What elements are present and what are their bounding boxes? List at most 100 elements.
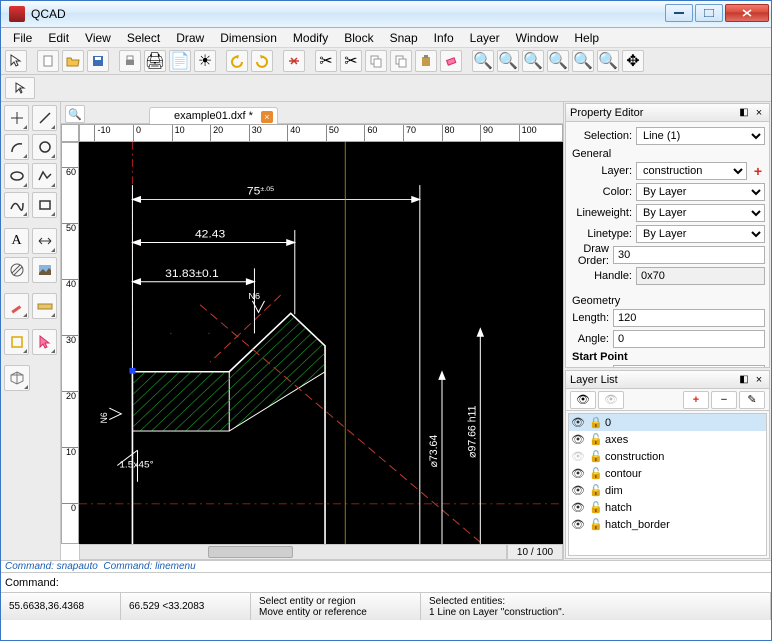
panel-pin-icon[interactable]: ◧ <box>738 107 750 119</box>
new-file-button[interactable] <box>37 50 59 72</box>
layer-row[interactable]: 👁🔓dim <box>569 482 766 499</box>
panel-close-icon[interactable]: × <box>753 374 765 386</box>
layer-visibility-icon[interactable]: 👁 <box>571 416 585 429</box>
layer-lock-icon[interactable]: 🔓 <box>589 450 601 463</box>
menu-view[interactable]: View <box>77 29 119 47</box>
layer-show-all-button[interactable]: 👁 <box>570 391 596 409</box>
window-minimize-button[interactable] <box>665 4 693 22</box>
image-tool[interactable] <box>32 257 57 283</box>
layer-add-button[interactable]: + <box>683 391 709 409</box>
zoom-out-button[interactable]: 🔍 <box>522 50 544 72</box>
zoom-auto-button[interactable]: 🔍 <box>547 50 569 72</box>
point-tool[interactable] <box>4 105 29 131</box>
panel-close-icon[interactable]: × <box>753 107 765 119</box>
length-field[interactable] <box>613 309 765 327</box>
selection-dropdown[interactable]: Line (1) <box>636 127 765 145</box>
layer-row[interactable]: 👁🔒0 <box>569 414 766 431</box>
document-tab[interactable]: example01.dxf * × <box>149 107 278 124</box>
modify-tool[interactable] <box>4 293 29 319</box>
copy-reference-button[interactable]: ✂ <box>340 50 362 72</box>
layer-row[interactable]: 👁🔓axes <box>569 431 766 448</box>
linetype-dropdown[interactable]: By Layer <box>636 225 765 243</box>
menu-edit[interactable]: Edit <box>40 29 77 47</box>
redo-button[interactable] <box>251 50 273 72</box>
copy-button[interactable] <box>365 50 387 72</box>
menu-select[interactable]: Select <box>119 29 168 47</box>
layer-row[interactable]: 👁🔓hatch <box>569 499 766 516</box>
draworder-field[interactable] <box>613 246 765 264</box>
cut-button[interactable]: ✂ <box>315 50 337 72</box>
zoom-previous-button[interactable]: 🔍 <box>472 50 494 72</box>
open-file-button[interactable] <box>62 50 84 72</box>
lineweight-dropdown[interactable]: By Layer <box>636 204 765 222</box>
angle-field[interactable] <box>613 330 765 348</box>
zoom-in-button[interactable]: 🔍 <box>497 50 519 72</box>
copy-with-reference-button[interactable] <box>390 50 412 72</box>
add-layer-button[interactable]: + <box>751 163 765 179</box>
spline-tool[interactable] <box>4 192 29 218</box>
menu-modify[interactable]: Modify <box>285 29 336 47</box>
zoom-window-button[interactable]: 🔍 <box>597 50 619 72</box>
print-preview-button[interactable]: 📄 <box>169 50 191 72</box>
zoom-selection-button[interactable]: 🔍 <box>572 50 594 72</box>
text-tool[interactable]: A <box>4 228 29 254</box>
color-dropdown[interactable]: By Layer <box>636 183 765 201</box>
menu-draw[interactable]: Draw <box>168 29 212 47</box>
hatch-tool[interactable] <box>4 257 29 283</box>
layer-visibility-icon[interactable]: 👁 <box>571 518 585 531</box>
paste-button[interactable] <box>415 50 437 72</box>
tool-options-pointer[interactable] <box>5 77 35 99</box>
layer-visibility-icon[interactable]: 👁 <box>571 433 585 446</box>
layer-list[interactable]: 👁🔒0👁🔓axes👁🔓construction👁🔓contour👁🔓dim👁🔓h… <box>568 413 767 556</box>
layer-visibility-icon[interactable]: 👁 <box>571 450 585 463</box>
select-tool[interactable] <box>32 329 57 355</box>
block-tool[interactable] <box>4 329 29 355</box>
save-button[interactable] <box>87 50 109 72</box>
menu-layer[interactable]: Layer <box>462 29 508 47</box>
layer-row[interactable]: 👁🔓construction <box>569 448 766 465</box>
ellipse-tool[interactable] <box>4 163 29 189</box>
layer-lock-icon[interactable]: 🔓 <box>589 433 601 446</box>
menu-window[interactable]: Window <box>508 29 567 47</box>
layer-visibility-icon[interactable]: 👁 <box>571 501 585 514</box>
tab-search-icon[interactable]: 🔍 <box>65 105 85 123</box>
page-layout-button[interactable]: 🖨 <box>144 50 166 72</box>
isometric-tool[interactable] <box>4 365 30 391</box>
line-tool[interactable] <box>32 105 57 131</box>
layer-lock-icon[interactable]: 🔓 <box>589 501 601 514</box>
menu-dimension[interactable]: Dimension <box>212 29 285 47</box>
menu-file[interactable]: File <box>5 29 40 47</box>
eraser-button[interactable] <box>440 50 462 72</box>
menu-help[interactable]: Help <box>566 29 607 47</box>
polyline-tool[interactable] <box>32 163 57 189</box>
layer-lock-icon[interactable]: 🔒 <box>589 416 601 429</box>
layer-lock-icon[interactable]: 🔓 <box>589 518 601 531</box>
layer-edit-button[interactable]: ✎ <box>739 391 765 409</box>
menu-info[interactable]: Info <box>426 29 462 47</box>
layer-hide-all-button[interactable]: 👁 <box>598 391 624 409</box>
shape-tool[interactable] <box>32 192 57 218</box>
print-button[interactable] <box>119 50 141 72</box>
undo-button[interactable] <box>226 50 248 72</box>
drawing-canvas[interactable]: 75±.05 42.43 31.83±0.1 1.5x45° ⌀73.64 ⌀9… <box>79 142 563 544</box>
layer-row[interactable]: 👁🔓hatch_border <box>569 516 766 533</box>
menu-snap[interactable]: Snap <box>382 29 426 47</box>
window-maximize-button[interactable] <box>695 4 723 22</box>
measure-tool[interactable] <box>32 293 57 319</box>
sunburst-icon[interactable]: ☀ <box>194 50 216 72</box>
tab-close-icon[interactable]: × <box>261 111 273 123</box>
layer-remove-button[interactable]: − <box>711 391 737 409</box>
start-x-field[interactable] <box>613 365 765 367</box>
delete-button[interactable] <box>283 50 305 72</box>
horizontal-scrollbar[interactable] <box>79 544 507 560</box>
window-close-button[interactable] <box>725 4 769 22</box>
dimension-tool[interactable] <box>32 228 57 254</box>
layer-row[interactable]: 👁🔓contour <box>569 465 766 482</box>
layer-lock-icon[interactable]: 🔓 <box>589 484 601 497</box>
layer-dropdown[interactable]: construction <box>636 162 747 180</box>
pan-button[interactable]: ✥ <box>622 50 644 72</box>
circle-tool[interactable] <box>32 134 57 160</box>
arc-tool[interactable] <box>4 134 29 160</box>
layer-visibility-icon[interactable]: 👁 <box>571 467 585 480</box>
pointer-tool[interactable] <box>5 50 27 72</box>
